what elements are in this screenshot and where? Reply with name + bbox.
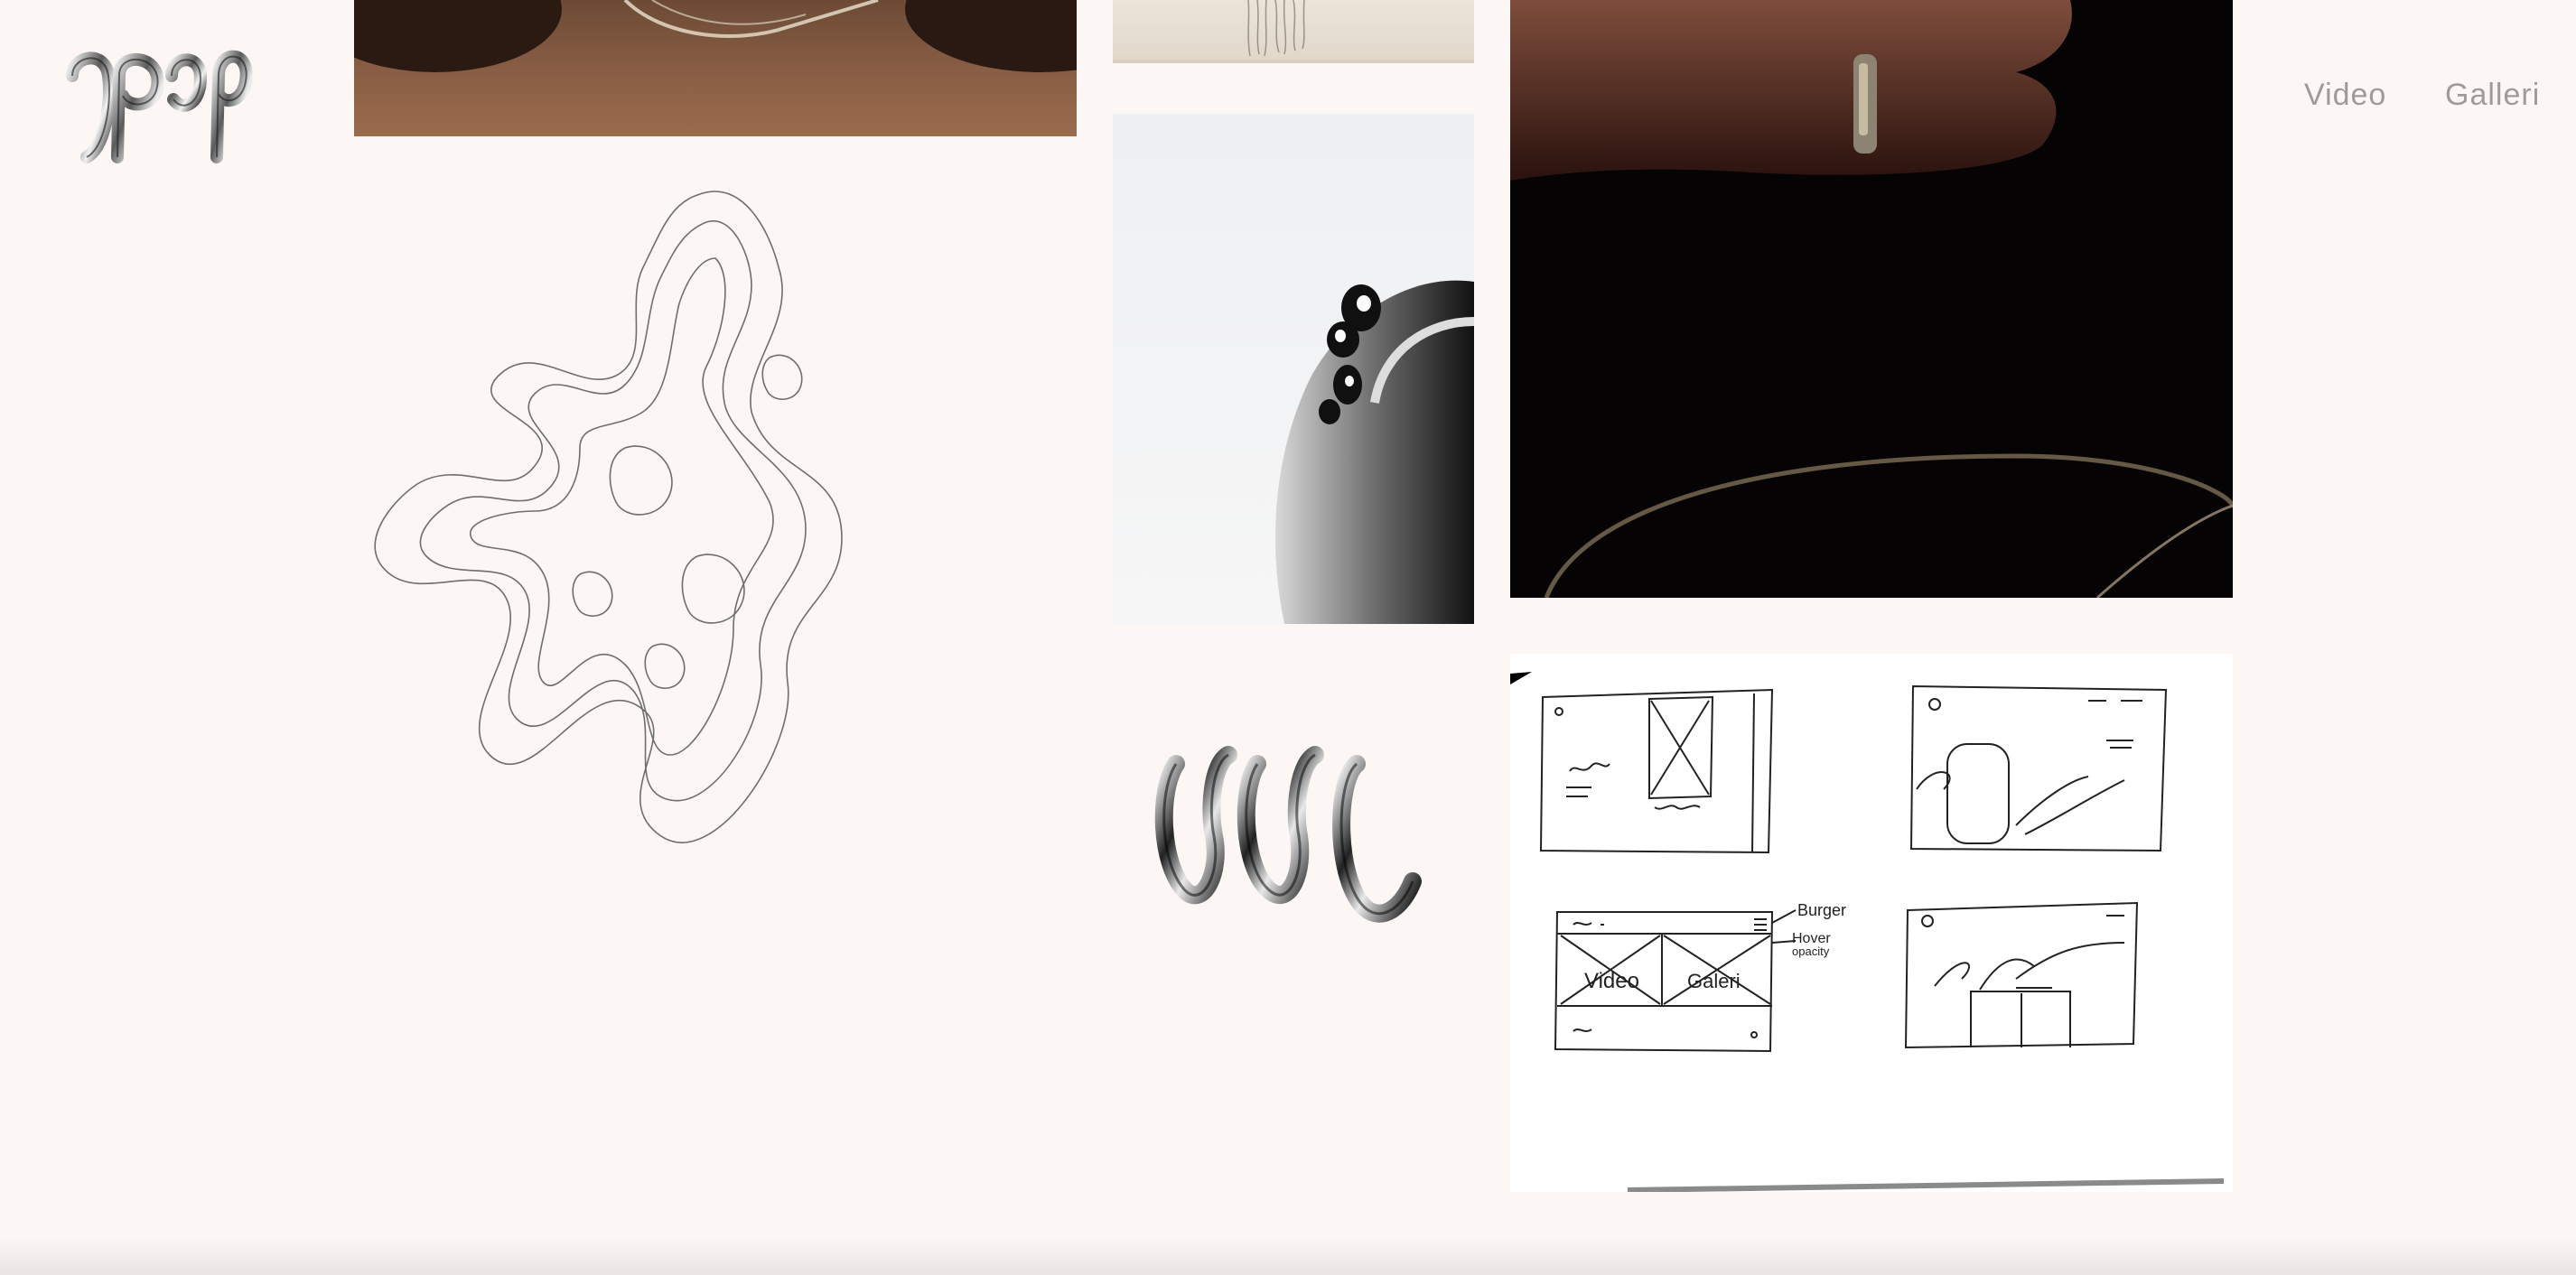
neck-photo-image	[354, 0, 1077, 72]
sketch-panel-video: Video	[1584, 969, 1639, 993]
wireframe-sketch-image: Burger Hover opacity Video Galeri	[1510, 672, 2225, 1192]
sketch-note-burger: Burger	[1797, 901, 1846, 919]
marble-contour-drawing-image	[374, 191, 843, 843]
hair-photo-image	[1247, 0, 1305, 57]
gallery-tile-chrome-ccc-logo[interactable]	[1149, 728, 1438, 954]
gallery-tile-wireframe-sketch[interactable]: Burger Hover opacity Video Galeri	[1510, 654, 2233, 1192]
home-logo[interactable]	[63, 31, 253, 175]
gallery-tile-inverted-ring-photo[interactable]	[1113, 114, 1474, 624]
chrome-ccc-letters-image	[1154, 746, 1422, 923]
sketch-note-opacity: opacity	[1792, 945, 1830, 958]
nav-video-link[interactable]: Video	[2304, 78, 2386, 113]
inverted-ring-photo-image	[1275, 280, 1474, 624]
gallery-tile-ring-on-finger-photo[interactable]	[1510, 0, 2233, 598]
chrome-letter-logo-icon	[66, 50, 253, 163]
bottom-fade	[0, 1239, 2576, 1275]
gallery-tile-neck-photo[interactable]	[354, 0, 1077, 136]
gallery-tile-marble-contour-drawing[interactable]	[354, 177, 1077, 899]
sketch-panel-galleri: Galeri	[1687, 970, 1741, 992]
ring-on-finger-photo-image	[1510, 0, 2233, 598]
nav-galleri-link[interactable]: Galleri	[2445, 78, 2540, 113]
gallery-tile-hair-photo[interactable]	[1113, 0, 1474, 63]
